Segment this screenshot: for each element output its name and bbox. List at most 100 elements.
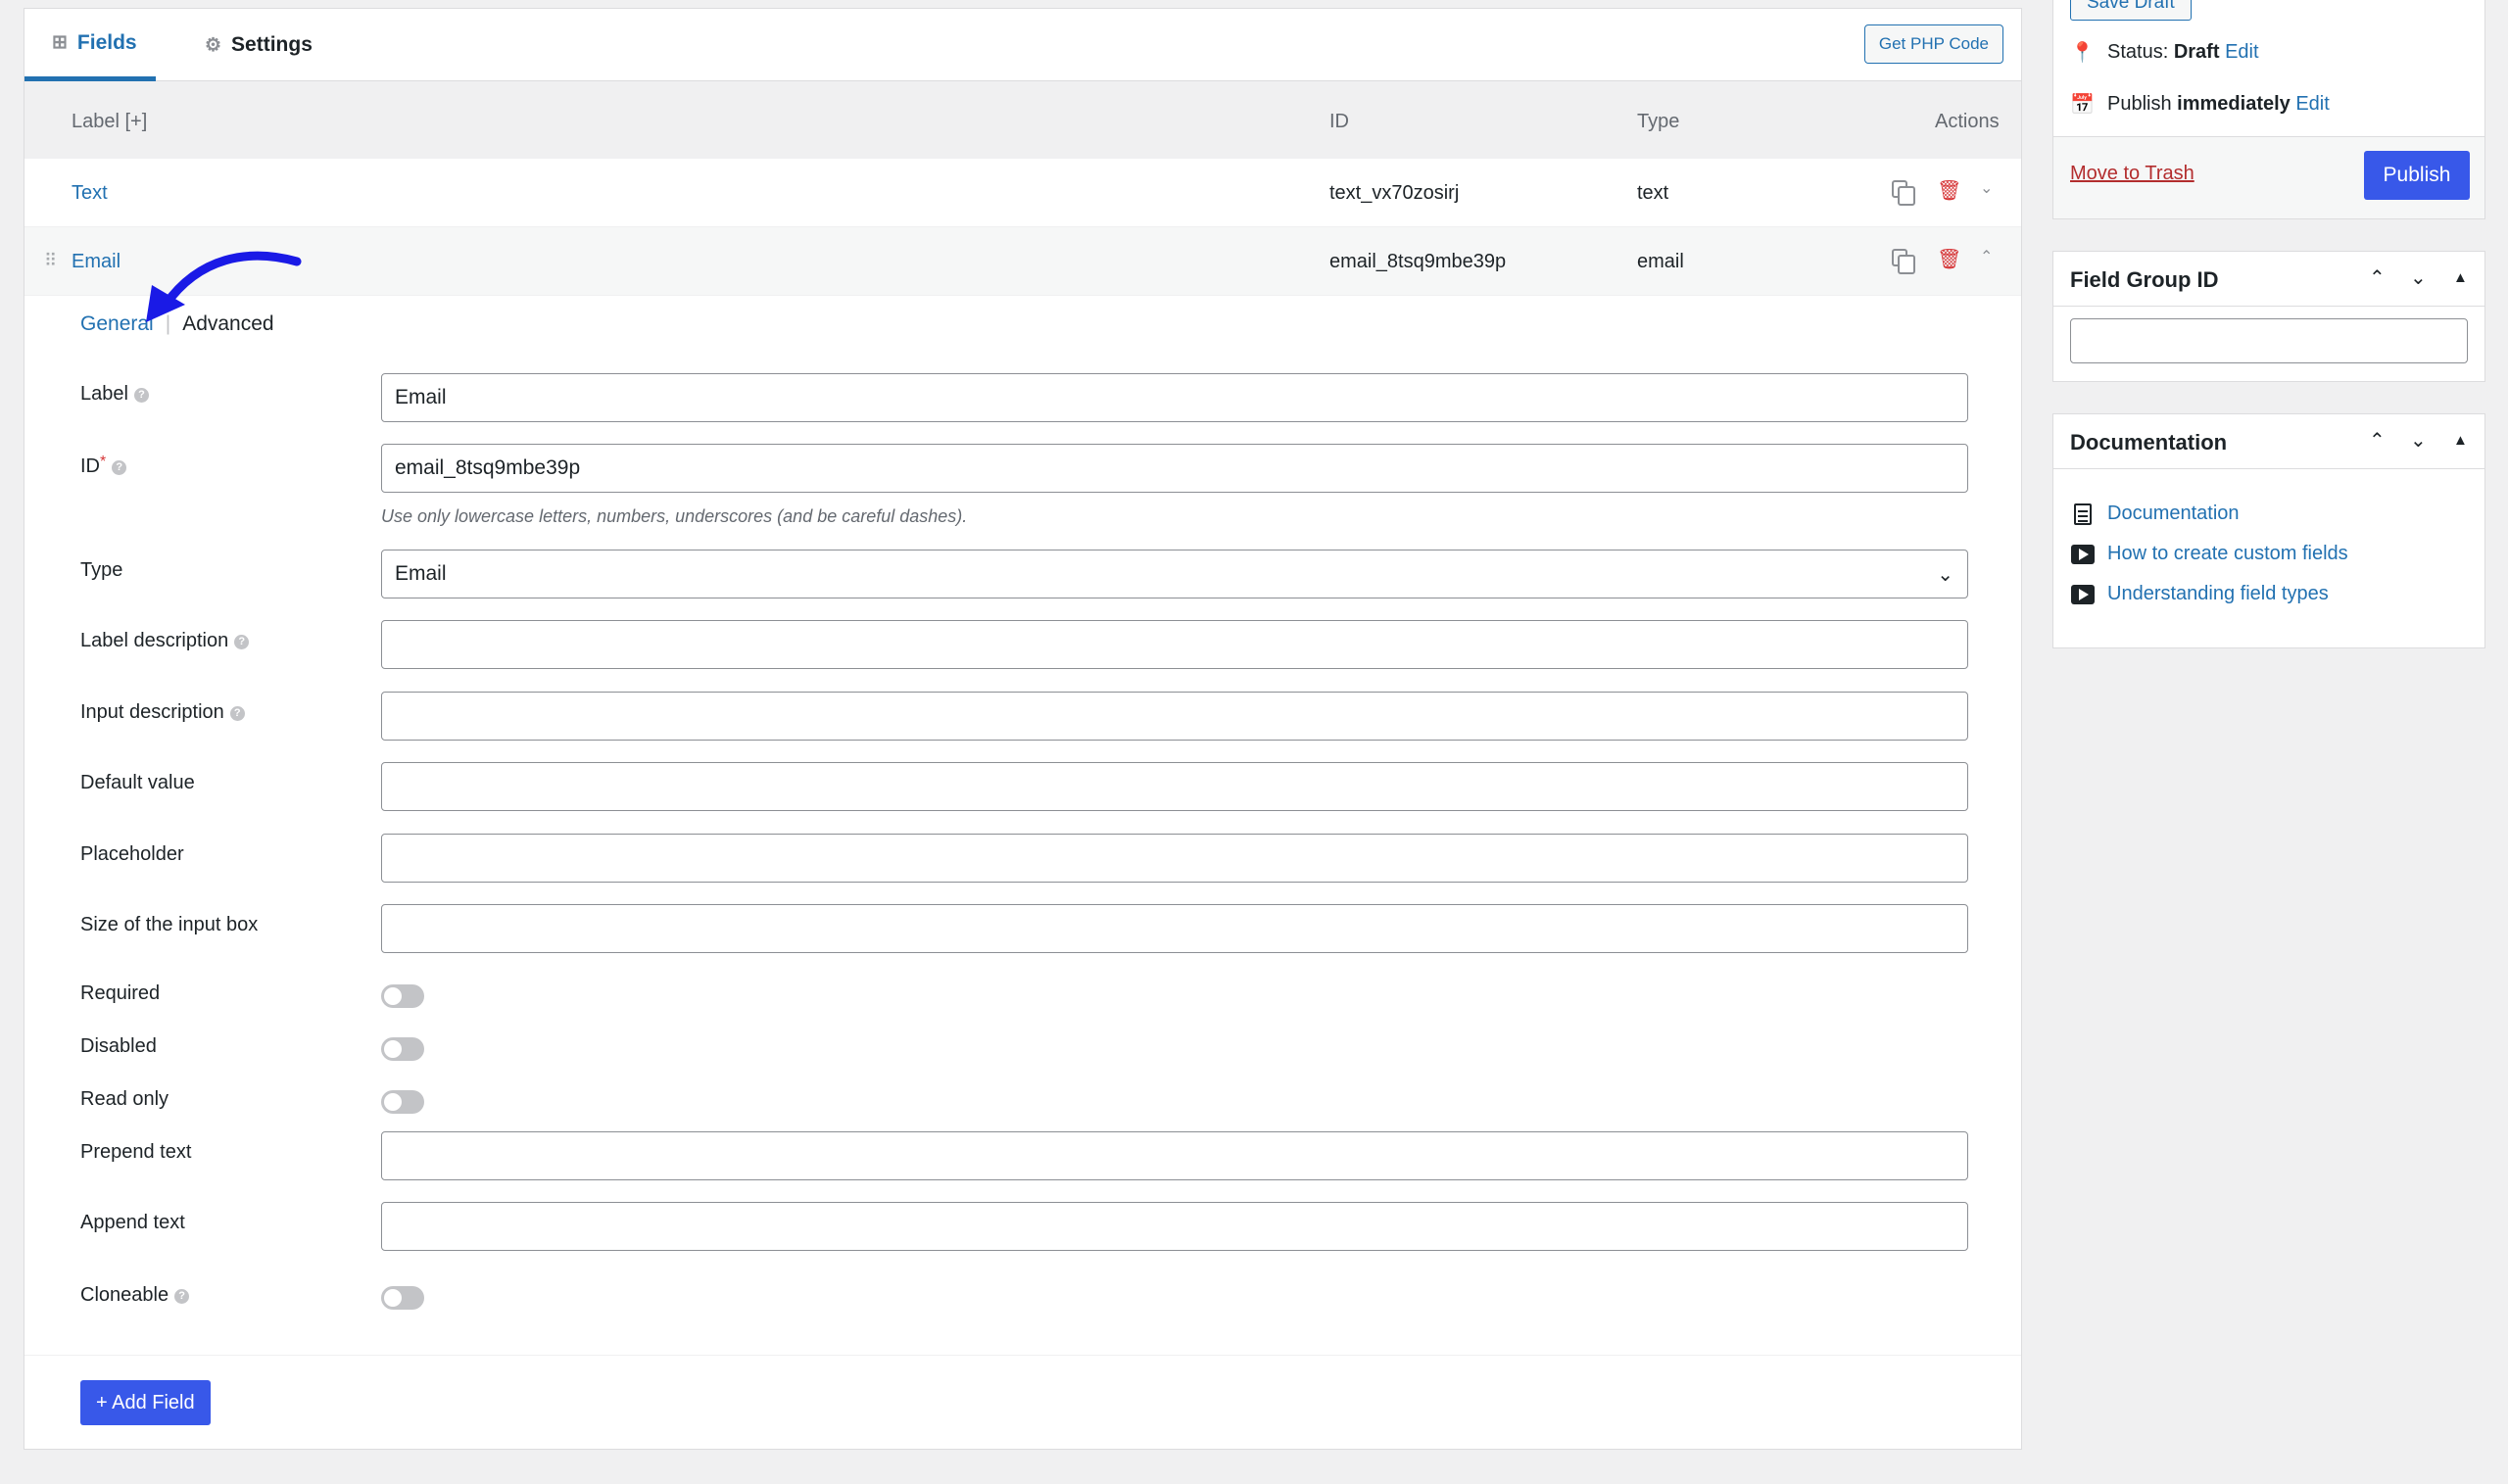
field-row-text[interactable]: Text text_vx70zosirj text 🗑 ⌄	[24, 159, 2021, 227]
box-title: Field Group ID	[2070, 267, 2219, 292]
chevron-up-icon[interactable]: ⌃	[2369, 265, 2386, 290]
divider	[24, 1355, 2021, 1356]
calendar-icon: 📅	[2070, 94, 2095, 116]
column-header-id: ID	[1329, 111, 1349, 132]
field-label-link[interactable]: Text	[72, 182, 108, 205]
pin-icon: 📍	[2070, 42, 2095, 64]
field-group-editor: ⊞ Fields ⚙ Settings Get PHP Code Label […	[24, 8, 2022, 1450]
setting-read-only-text: Read only	[80, 1088, 169, 1110]
publish-button[interactable]: Publish	[2364, 151, 2470, 200]
grid-icon: ⊞	[52, 32, 68, 53]
drag-handle-icon[interactable]: ⠿	[44, 251, 57, 271]
field-id: text_vx70zosirj	[1329, 182, 1460, 204]
help-icon[interactable]: ?	[234, 635, 250, 649]
tab-fields-label: Fields	[76, 30, 137, 54]
default-value-input[interactable]	[381, 762, 1968, 811]
help-icon[interactable]: ?	[229, 706, 245, 721]
field-label-link[interactable]: Email	[72, 251, 121, 273]
id-hint: Use only lowercase letters, numbers, und…	[381, 506, 968, 526]
size-input[interactable]	[381, 904, 1968, 953]
fields-table-header: Label [+] ID Type Actions	[24, 81, 2021, 159]
tab-settings-label: Settings	[231, 33, 313, 56]
disabled-toggle[interactable]	[381, 1037, 424, 1061]
tab-fields[interactable]: ⊞ Fields	[24, 9, 156, 81]
setting-append-text-text: Append text	[80, 1212, 185, 1233]
trash-icon[interactable]: 🗑	[1937, 247, 1961, 270]
help-icon[interactable]: ?	[133, 388, 149, 403]
read-only-toggle[interactable]	[381, 1090, 424, 1114]
type-select-value: Email	[395, 562, 447, 585]
field-row-email[interactable]: ⠿ Email email_8tsq9mbe39p email 🗑 ⌃	[24, 227, 2021, 296]
setting-label-text: Label	[80, 383, 128, 405]
tab-settings[interactable]: ⚙ Settings	[177, 9, 340, 81]
prepend-text-input[interactable]	[381, 1131, 1968, 1180]
save-draft-button[interactable]: Save Draft	[2070, 0, 2192, 21]
required-toggle[interactable]	[381, 984, 424, 1008]
get-php-code-button[interactable]: Get PHP Code	[1863, 24, 2003, 64]
add-field-button[interactable]: + Add Field	[80, 1380, 211, 1425]
field-type: email	[1637, 251, 1684, 272]
publish-label: Publish	[2107, 93, 2172, 115]
setting-cloneable-text: Cloneable	[80, 1284, 169, 1306]
setting-id-text: ID	[80, 455, 100, 477]
required-asterisk: *	[100, 454, 107, 470]
id-input[interactable]: email_8tsq9mbe39p	[381, 444, 1968, 493]
annotation-arrow-icon	[146, 251, 302, 322]
help-icon[interactable]: ?	[174, 1289, 190, 1304]
doc-link-custom-fields[interactable]: How to create custom fields	[2070, 543, 2348, 565]
publish-box: Save Draft 📍 Status: Draft Edit 📅 Publis…	[2052, 0, 2485, 219]
field-type: text	[1637, 182, 1669, 204]
status-label: Status:	[2107, 41, 2169, 63]
doc-link-label[interactable]: Documentation	[2107, 503, 2240, 525]
type-select[interactable]: Email ⌄	[381, 550, 1968, 598]
move-to-trash-link[interactable]: Move to Trash	[2070, 163, 2194, 185]
label-description-input[interactable]	[381, 620, 1968, 669]
status-edit-link[interactable]: Edit	[2225, 41, 2258, 64]
box-header: Documentation ⌃ ⌄ ▲	[2053, 414, 2484, 469]
append-text-input[interactable]	[381, 1202, 1968, 1251]
setting-default-value-text: Default value	[80, 772, 195, 793]
setting-size-text: Size of the input box	[80, 914, 259, 935]
publish-edit-link[interactable]: Edit	[2295, 93, 2329, 116]
placeholder-input[interactable]	[381, 834, 1968, 883]
setting-prepend-text-text: Prepend text	[80, 1141, 192, 1163]
publish-time-value: immediately	[2177, 93, 2291, 115]
chevron-down-icon[interactable]: ⌄	[2410, 428, 2427, 453]
collapse-toggle-icon[interactable]: ▲	[2453, 432, 2468, 449]
chevron-down-icon: ⌄	[1937, 564, 1953, 586]
chevron-up-icon[interactable]: ⌃	[1980, 247, 2002, 268]
collapse-toggle-icon[interactable]: ▲	[2453, 269, 2468, 286]
chevron-down-icon[interactable]: ⌄	[2410, 265, 2427, 290]
column-header-type: Type	[1637, 111, 1680, 132]
column-header-label[interactable]: Label [+]	[72, 111, 147, 133]
setting-type-text: Type	[80, 559, 123, 581]
label-input[interactable]: Email	[381, 373, 1968, 422]
chevron-up-icon[interactable]: ⌃	[2369, 428, 2386, 453]
chevron-down-icon[interactable]: ⌄	[1980, 178, 2002, 200]
duplicate-icon[interactable]	[1892, 180, 1915, 206]
status-line: 📍 Status: Draft Edit	[2070, 40, 2259, 65]
duplicate-icon[interactable]	[1892, 249, 1915, 274]
input-description-input[interactable]	[381, 692, 1968, 741]
doc-link-field-types[interactable]: Understanding field types	[2070, 583, 2329, 605]
setting-input-description-text: Input description	[80, 701, 224, 723]
column-header-actions: Actions	[1935, 111, 2000, 132]
doc-link-documentation[interactable]: Documentation	[2070, 503, 2240, 525]
box-title: Documentation	[2070, 430, 2228, 455]
cloneable-toggle[interactable]	[381, 1286, 424, 1310]
setting-disabled-text: Disabled	[80, 1035, 157, 1057]
status-value: Draft	[2173, 41, 2220, 63]
setting-required-text: Required	[80, 982, 161, 1004]
publish-time-line: 📅 Publish immediately Edit	[2070, 92, 2330, 117]
setting-placeholder-text: Placeholder	[80, 843, 184, 865]
video-icon	[2071, 544, 2095, 564]
gear-icon: ⚙	[205, 34, 222, 56]
doc-link-label[interactable]: How to create custom fields	[2107, 543, 2348, 565]
video-icon	[2071, 584, 2095, 604]
help-icon[interactable]: ?	[112, 460, 127, 475]
trash-icon[interactable]: 🗑	[1937, 178, 1961, 202]
field-group-id-input[interactable]	[2070, 318, 2468, 363]
field-group-id-box: Field Group ID ⌃ ⌄ ▲	[2052, 251, 2485, 382]
publish-actions: Move to Trash Publish	[2053, 136, 2484, 218]
doc-link-label[interactable]: Understanding field types	[2107, 583, 2329, 605]
